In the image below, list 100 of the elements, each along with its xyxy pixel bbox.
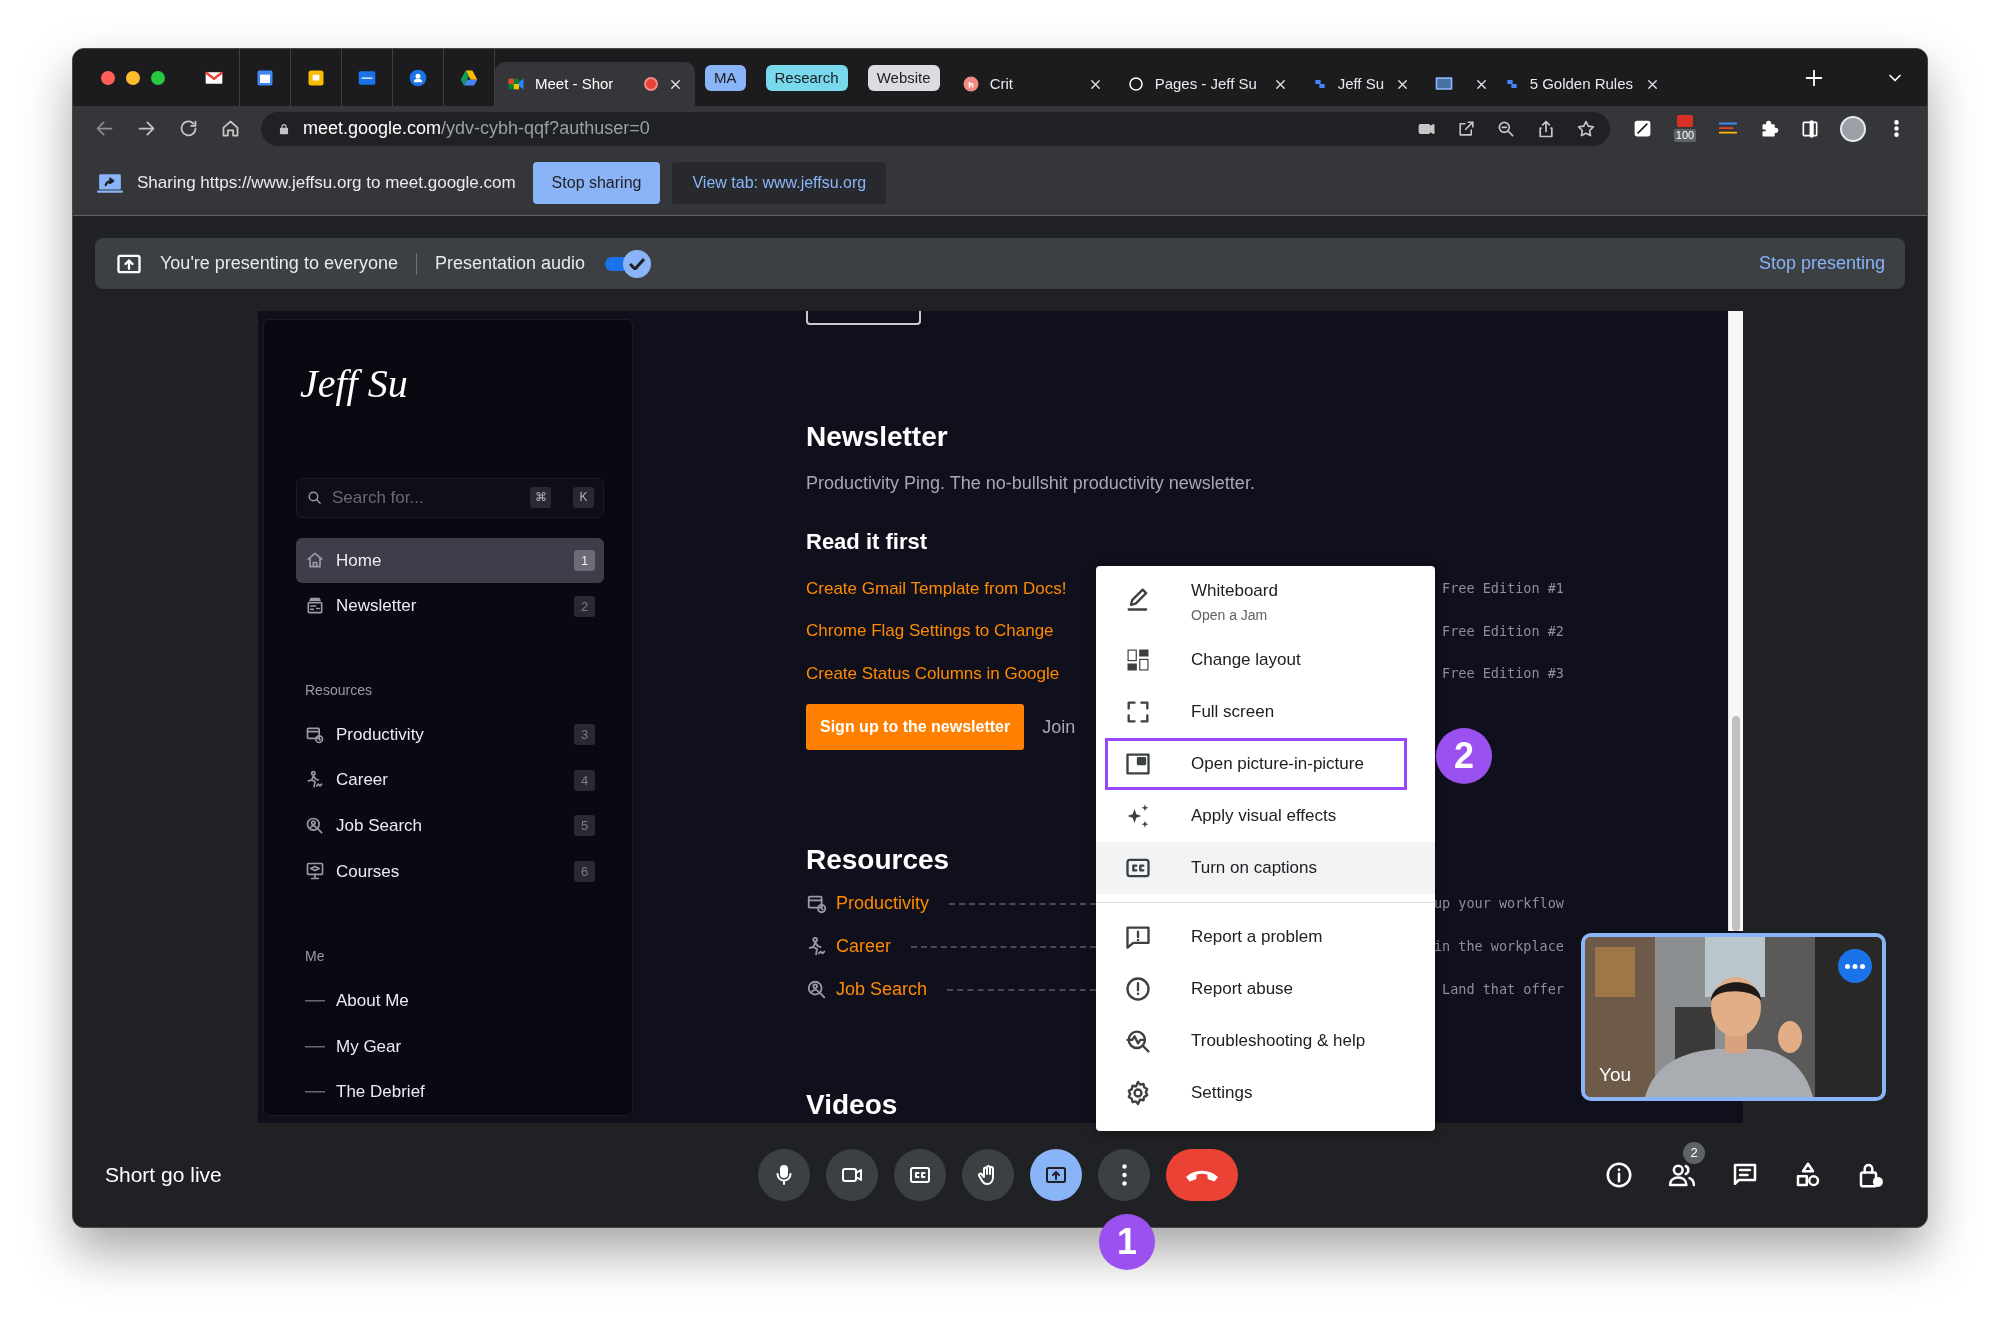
menu-item[interactable]: Whiteboard Open a Jam <box>1096 572 1435 634</box>
maximize-window-button[interactable] <box>151 70 165 85</box>
more-icon <box>1121 1164 1127 1186</box>
article-link[interactable]: Create Gmail Template from Docs! <box>806 575 1067 601</box>
section-heading: Me <box>304 947 326 967</box>
presenting-message: You're presenting to everyone <box>160 252 398 275</box>
minimize-window-button[interactable] <box>126 70 140 85</box>
microphone-button[interactable] <box>758 1149 810 1201</box>
self-view-tile[interactable]: You <box>1581 933 1886 1101</box>
close-window-button[interactable] <box>101 70 115 85</box>
browser-tab[interactable]: Jeff Su <box>1299 62 1422 106</box>
check-icon <box>629 257 646 270</box>
article-link[interactable]: Create Status Columns in Google <box>806 660 1060 686</box>
meeting-title: Short go live <box>105 1163 222 1187</box>
share-icon[interactable] <box>1536 118 1556 139</box>
nav-item[interactable]: Home 1 <box>296 537 604 584</box>
side-panel-icon[interactable] <box>1800 118 1820 139</box>
signature-logo[interactable]: Jeff Su <box>296 362 604 406</box>
back-icon[interactable] <box>94 118 115 139</box>
star-icon[interactable] <box>1576 118 1596 139</box>
walking-person-icon <box>806 935 828 958</box>
nav-item[interactable]: Job Search 5 <box>296 803 604 849</box>
alert-icon <box>1124 975 1152 1003</box>
extension-icon[interactable] <box>1677 114 1693 127</box>
browser-tab[interactable]: Crit <box>949 62 1115 106</box>
menu-item[interactable]: Turn on captions <box>1096 842 1435 894</box>
menu-item[interactable]: Apply visual effects <box>1096 790 1435 842</box>
present-button[interactable] <box>1030 1149 1082 1201</box>
view-tab-button[interactable]: View tab: www.jeffsu.org <box>672 162 887 204</box>
more-icon <box>1845 963 1865 969</box>
captions-button[interactable] <box>894 1149 946 1201</box>
phone-icon <box>1186 1168 1218 1182</box>
nav-item[interactable]: Career 4 <box>296 757 604 804</box>
menu-item[interactable]: Settings <box>1096 1067 1435 1119</box>
resource-note: Land that offer <box>1442 980 1564 1000</box>
dash-icon <box>305 1000 325 1002</box>
nav-item[interactable]: Newsletter 2 <box>296 583 604 629</box>
shortcut-badge: 4 <box>574 769 595 791</box>
camera-button[interactable] <box>826 1149 878 1201</box>
menu-item[interactable]: Open picture-in-picture <box>1096 738 1435 790</box>
slash-square-icon[interactable] <box>1632 118 1653 139</box>
menu-item[interactable]: Troubleshooting & help <box>1096 1015 1435 1067</box>
shortcut-badge: 3 <box>574 724 595 746</box>
tab-group-label[interactable]: Website <box>867 64 940 91</box>
button-outline[interactable] <box>806 311 921 325</box>
article-link[interactable]: Chrome Flag Settings to Change <box>806 618 1054 644</box>
info-icon[interactable] <box>1604 1160 1634 1190</box>
count-badge: 2 <box>1683 1142 1705 1164</box>
nav-item[interactable]: Productivity 3 <box>296 711 604 758</box>
description: Productivity Ping. The no-bullshit productivity newsletter. <box>806 471 1255 495</box>
tab-group-label[interactable]: Research <box>765 64 848 91</box>
forward-icon[interactable] <box>136 118 157 139</box>
nav-item[interactable]: The Debrief <box>296 1069 604 1115</box>
resource-note: in the workplace <box>1433 937 1564 957</box>
participant-name: You <box>1599 1062 1632 1087</box>
browser-tab[interactable]: 5 Golden Rules <box>1491 62 1672 106</box>
home-icon[interactable] <box>220 118 241 139</box>
resource-link[interactable]: Job Search <box>836 976 928 1003</box>
section-heading: Resources <box>304 680 373 700</box>
stop-sharing-button[interactable]: Stop sharing <box>532 162 661 204</box>
presentation-screen-icon <box>305 861 325 882</box>
home-icon <box>305 550 325 571</box>
section-heading: Videos <box>806 1088 898 1122</box>
leave-call-button[interactable] <box>1166 1149 1238 1201</box>
shortcut-badge: 1 <box>574 549 595 571</box>
scrollbar-thumb[interactable] <box>1732 716 1740 931</box>
subheading: Read it first <box>806 527 928 556</box>
contact-icon[interactable] <box>408 67 428 88</box>
menu-item[interactable]: Full screen <box>1096 686 1435 738</box>
nav-item[interactable]: Courses 6 <box>296 848 604 895</box>
menu-item[interactable]: Report a problem <box>1096 911 1435 963</box>
address-bar[interactable]: meet.google.com/ydv-cybh-qqf?authuser=0 <box>261 111 1610 146</box>
stop-presenting-button[interactable]: Stop presenting <box>1758 250 1885 277</box>
newsletter-icon <box>305 596 325 617</box>
resource-link[interactable]: Career <box>836 933 892 960</box>
resource-link[interactable]: Productivity <box>836 890 930 917</box>
edition-note: Free Edition #2 <box>1442 621 1564 641</box>
scrollbar[interactable] <box>1728 311 1743 931</box>
search-field[interactable]: Search for... ⌘ K <box>296 478 604 518</box>
resource-note: up your workflow <box>1433 894 1564 914</box>
nav-item[interactable]: About Me <box>296 978 604 1024</box>
menu-item-subtitle: Open a Jam <box>1191 606 1269 625</box>
dash-icon <box>305 1045 325 1048</box>
browser-tab[interactable]: Meet - Shor <box>495 62 695 106</box>
raise-hand-button[interactable] <box>962 1149 1014 1201</box>
shortcut-badge: 2 <box>574 595 595 617</box>
audio-toggle[interactable] <box>605 249 652 278</box>
lock-icon <box>277 121 291 136</box>
step-marker: 1 <box>1099 1214 1155 1270</box>
tab-group-label[interactable]: MA <box>705 64 746 91</box>
browser-tab[interactable]: Pages - Jeff Su <box>1114 62 1300 106</box>
edition-note: Free Edition #1 <box>1442 579 1564 599</box>
avatar[interactable] <box>1840 115 1866 142</box>
open-external-icon[interactable] <box>1457 119 1476 138</box>
menu-item[interactable]: Change layout <box>1096 634 1435 686</box>
menu-item[interactable]: Report abuse <box>1096 963 1435 1015</box>
search-input[interactable]: Search for... <box>332 485 521 511</box>
search-icon <box>306 489 323 507</box>
nav-item[interactable]: My Gear <box>296 1023 604 1070</box>
reload-icon[interactable] <box>178 118 199 139</box>
